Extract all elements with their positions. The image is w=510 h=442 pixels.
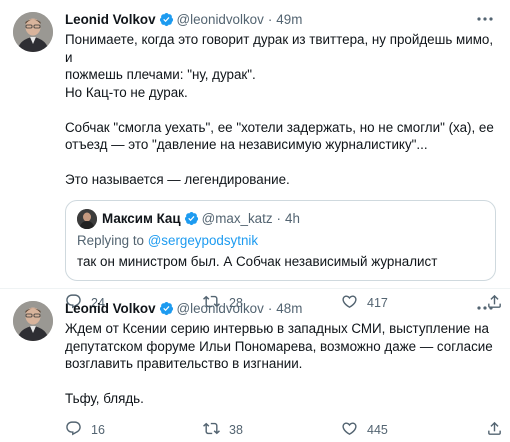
quoted-tweet-text: так он министром был. А Собчак независим… — [77, 253, 438, 269]
separator-dot: · — [267, 11, 273, 27]
reply-count: 16 — [91, 422, 105, 437]
tweet-time[interactable]: 49m — [276, 12, 302, 27]
retweet-button[interactable]: 38 — [203, 420, 243, 440]
verified-icon — [184, 211, 199, 226]
more-icon[interactable] — [474, 10, 496, 28]
tweet-header: Leonid Volkov @leonidvolkov · 48m — [65, 299, 496, 317]
quoted-author-handle: @max_katz — [201, 211, 273, 226]
separator-dot: · — [267, 300, 273, 316]
retweet-icon — [203, 420, 220, 440]
reply-icon — [65, 420, 82, 440]
tweet[interactable]: Leonid Volkov @leonidvolkov · 49m Понима… — [0, 0, 510, 310]
replying-to-link[interactable]: @sergeypodsytnik — [148, 233, 258, 248]
quoted-tweet-header: Максим Кац @max_katz · 4h — [77, 208, 484, 229]
avatar[interactable] — [13, 12, 53, 52]
author-handle[interactable]: @leonidvolkov — [177, 301, 264, 316]
tweet[interactable]: Leonid Volkov @leonidvolkov · 48m Ждем о… — [0, 289, 510, 442]
like-icon — [341, 420, 358, 440]
like-button[interactable]: 445 — [341, 420, 388, 440]
like-count: 445 — [367, 422, 388, 437]
tweet-actions: 16 38 445 — [65, 420, 505, 440]
share-icon — [486, 420, 503, 440]
replying-to-label: Replying to — [77, 232, 148, 248]
tweet-text: Понимаете, когда это говорит дурак из тв… — [65, 32, 494, 187]
tweet-text: Ждем от Ксении серию интервью в западных… — [65, 321, 493, 406]
quoted-tweet[interactable]: Максим Кац @max_katz · 4h Replying to @s… — [65, 199, 496, 281]
author-name[interactable]: Leonid Volkov — [65, 301, 156, 316]
author-handle[interactable]: @leonidvolkov — [177, 12, 264, 27]
verified-icon — [159, 12, 174, 27]
author-name[interactable]: Leonid Volkov — [65, 12, 156, 27]
tweet-time[interactable]: 48m — [276, 301, 302, 316]
tweet-header: Leonid Volkov @leonidvolkov · 49m — [65, 10, 496, 28]
reply-button[interactable]: 16 — [65, 420, 105, 440]
quoted-avatar — [77, 208, 97, 229]
verified-icon — [159, 301, 174, 316]
avatar[interactable] — [13, 301, 53, 341]
separator-dot: · — [276, 211, 281, 226]
quoted-author-name: Максим Кац — [102, 211, 181, 226]
quoted-tweet-time: 4h — [285, 211, 300, 226]
share-button[interactable] — [486, 420, 503, 440]
more-icon[interactable] — [474, 299, 496, 317]
retweet-count: 38 — [229, 422, 243, 437]
replying-to: Replying to @sergeypodsytnik — [77, 232, 484, 249]
